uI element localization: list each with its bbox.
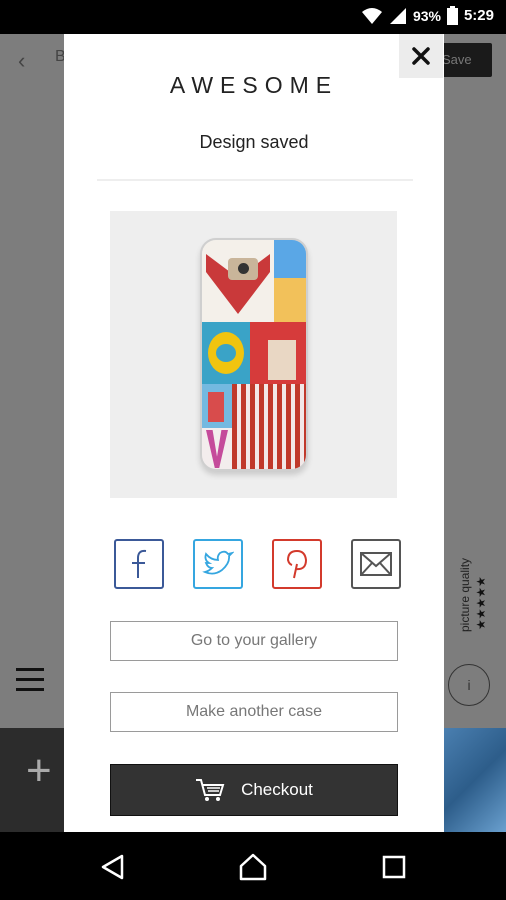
recents-button[interactable] (377, 850, 411, 884)
go-to-gallery-button[interactable]: Go to your gallery (110, 621, 398, 661)
pinterest-icon (286, 549, 308, 579)
cart-icon (196, 779, 225, 801)
signal-icon (389, 7, 406, 24)
home-button[interactable] (236, 850, 270, 884)
design-saved-dialog: AWESOME Design saved Go to your gallery … (64, 34, 444, 832)
back-arrow-icon: ‹ (18, 48, 26, 73)
back-icon (101, 854, 124, 880)
case-preview-image (110, 211, 397, 498)
back-button[interactable] (96, 850, 130, 884)
close-icon (412, 47, 430, 65)
navigation-bar (0, 832, 506, 900)
checkout-button[interactable]: Checkout (110, 764, 398, 816)
info-icon: i (448, 664, 490, 706)
wifi-icon (361, 7, 382, 24)
add-icon: + (26, 746, 52, 795)
facebook-share-button[interactable] (114, 539, 164, 589)
make-another-case-button[interactable]: Make another case (110, 692, 398, 732)
checkout-label: Checkout (241, 780, 313, 799)
clock: 5:29 (463, 7, 494, 24)
recents-icon (382, 855, 406, 879)
status-message: Design saved (199, 132, 309, 152)
menu-icon (16, 668, 44, 698)
home-icon (239, 853, 267, 881)
twitter-icon (202, 550, 234, 575)
picture-quality-label: picture quality (458, 557, 472, 632)
battery-icon (446, 6, 458, 25)
phone-case-mockup (200, 238, 308, 471)
status-bar: 93% 5:29 (0, 0, 506, 34)
photo-thumbnail (444, 728, 506, 832)
status-icons: 93% 5:29 (361, 6, 494, 25)
battery-percent: 93% (412, 7, 441, 24)
twitter-share-button[interactable] (193, 539, 243, 589)
divider (97, 179, 413, 181)
share-buttons (114, 539, 402, 589)
pinterest-share-button[interactable] (272, 539, 322, 589)
brand-title: AWESOME (169, 72, 339, 98)
email-share-button[interactable] (351, 539, 401, 589)
facebook-icon (132, 549, 147, 578)
email-icon (360, 552, 392, 576)
